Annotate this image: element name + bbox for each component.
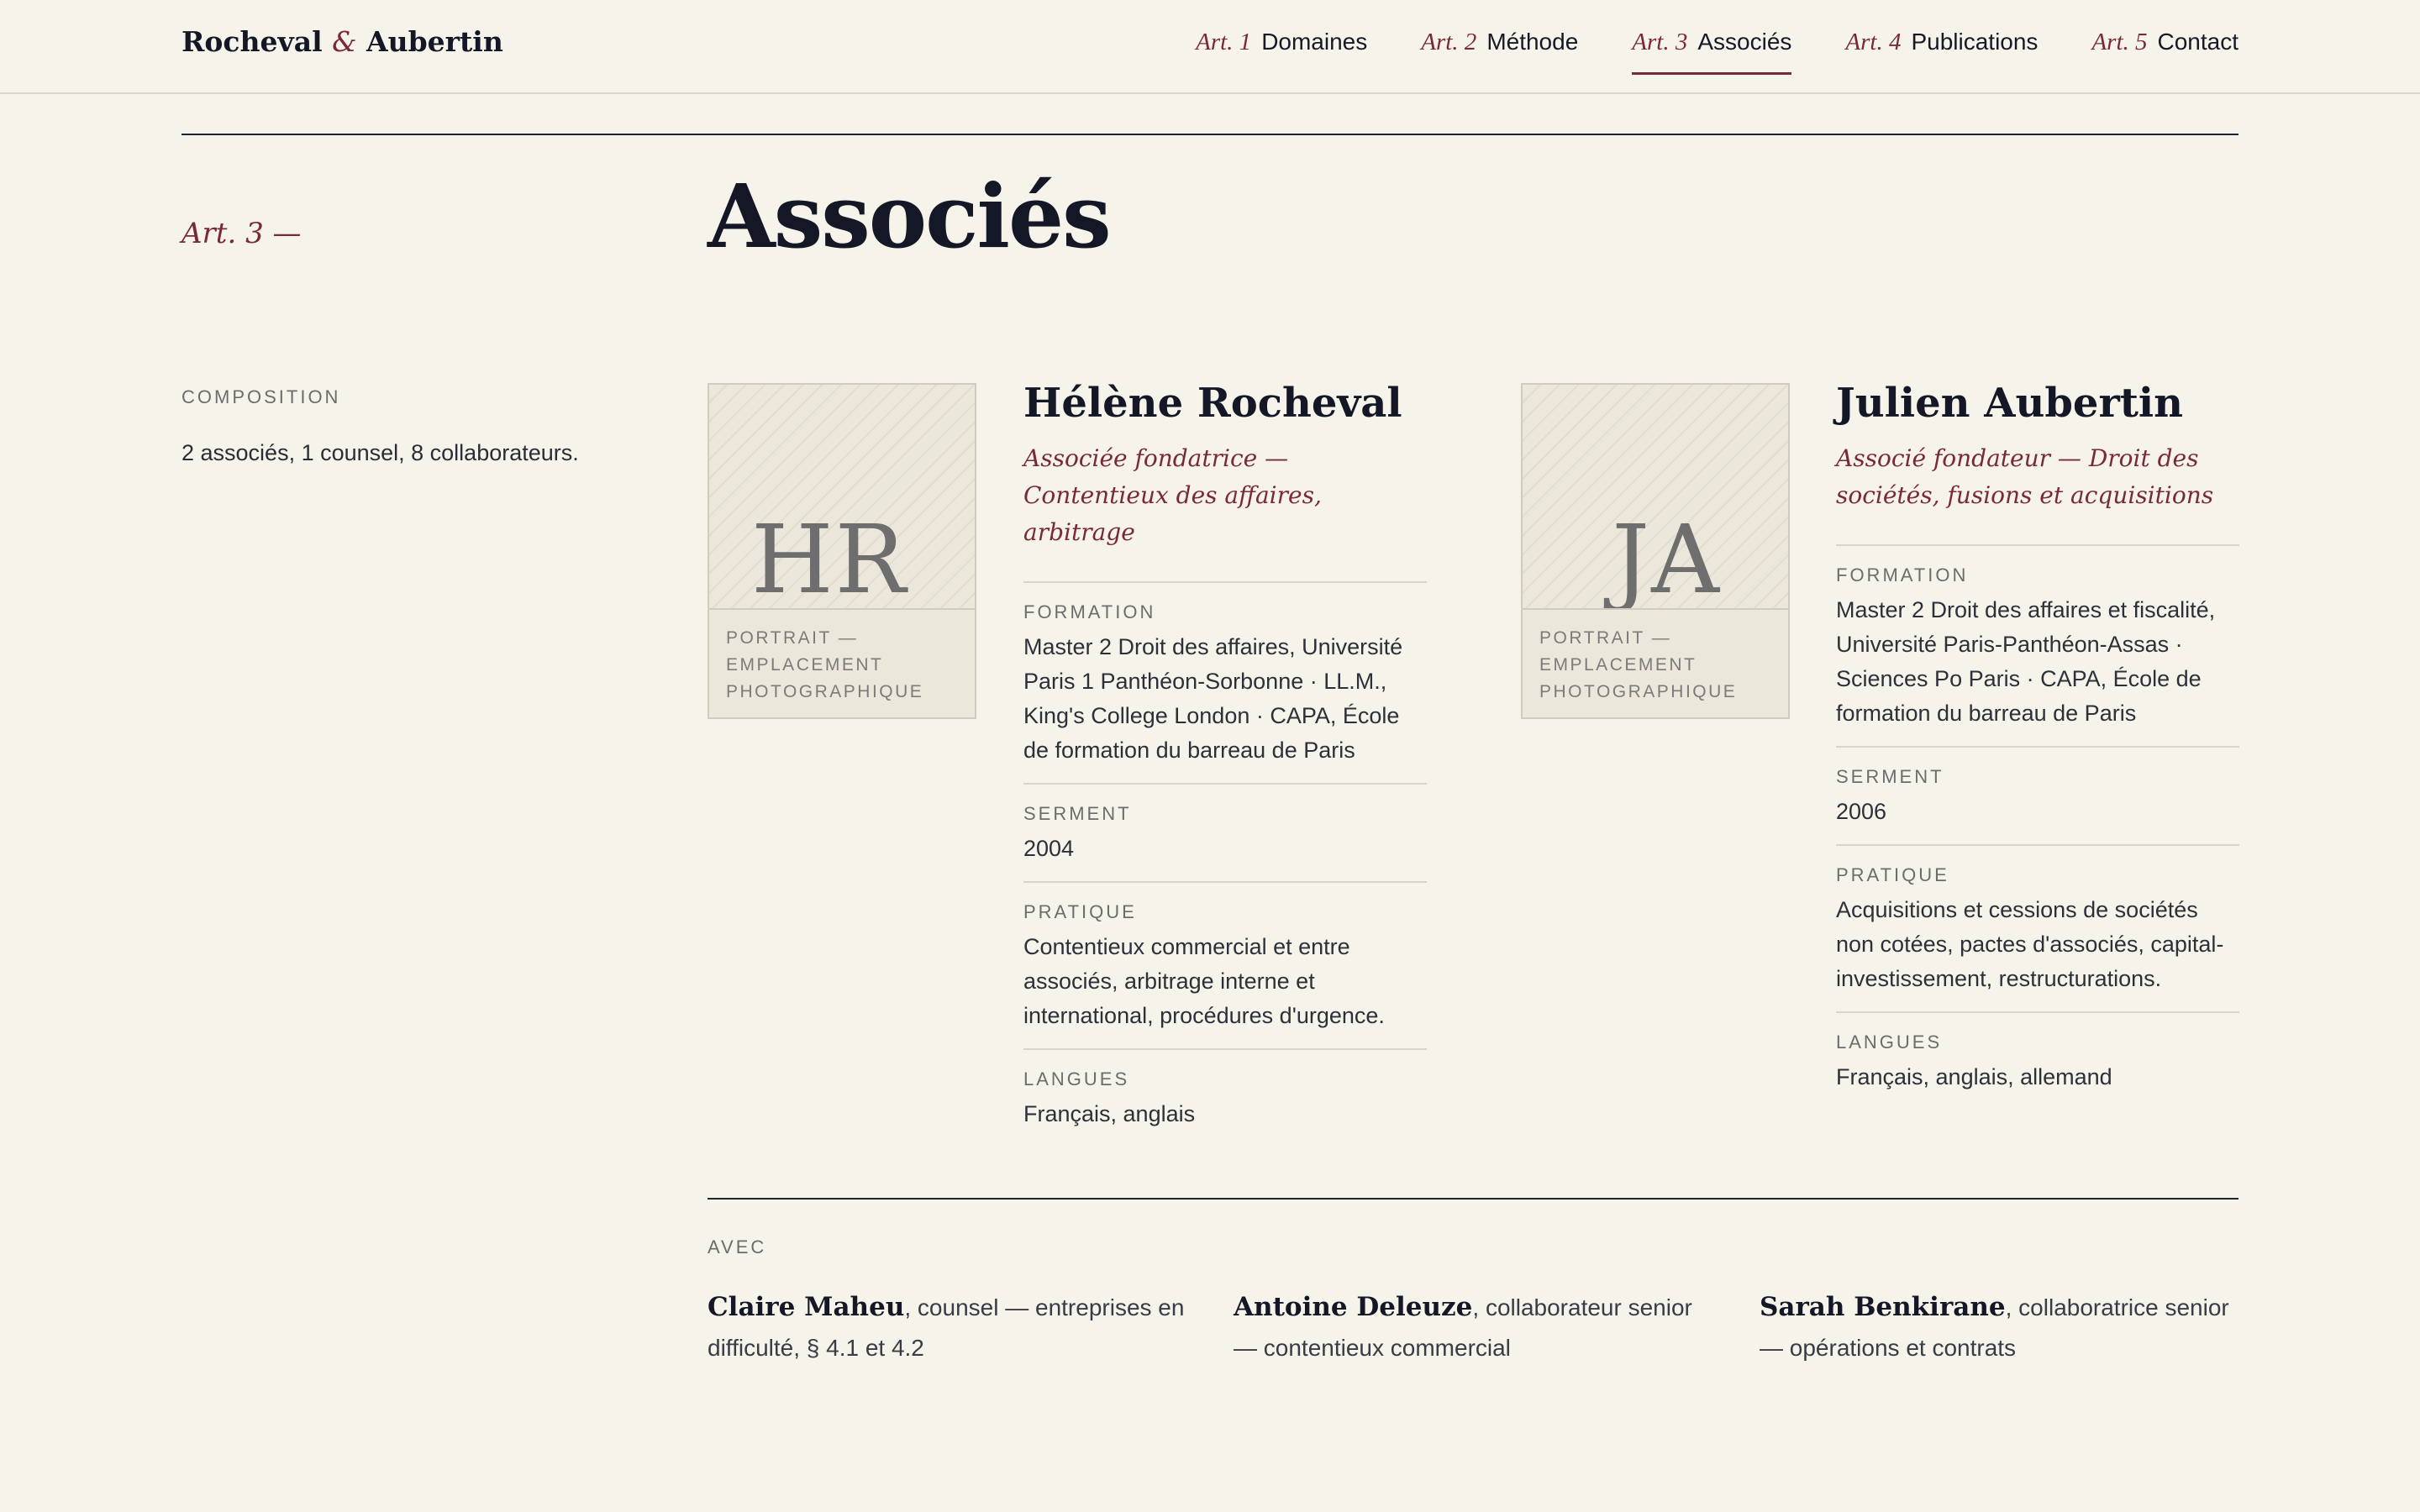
partner-name: Hélène Rocheval — [1023, 380, 1402, 427]
nav-item-label: Méthode — [1486, 29, 1579, 55]
portrait-placeholder: HR Portrait — emplacement photographique — [708, 383, 976, 719]
field-value: 2006 — [1836, 799, 1887, 824]
partner-field-formation: Formation Master 2 Droit des affaires et… — [1836, 546, 2239, 748]
field-label: Pratique — [1836, 864, 1949, 885]
site-header: Rocheval & Aubertin Art. 1 Domaines Art. … — [0, 0, 2420, 94]
avec-divider — [708, 1198, 2238, 1200]
composition-label: Composition — [182, 386, 341, 407]
field-label: Langues — [1023, 1068, 1130, 1089]
section-divider — [182, 134, 2238, 135]
composition-text: 2 associés, 1 counsel, 8 collaborateurs. — [182, 440, 579, 465]
nav-item-associes[interactable]: Art. 3 Associés — [1632, 29, 1792, 75]
partner-card: Hélène Rocheval Associée fondatrice — Co… — [1023, 380, 1427, 1147]
nav-item-domaines[interactable]: Art. 1 Domaines — [1196, 29, 1367, 75]
logo-name-right: Aubertin — [366, 25, 503, 58]
field-label: Serment — [1023, 803, 1132, 824]
avec-label: Avec — [708, 1236, 767, 1257]
nav-item-publications[interactable]: Art. 4 Publications — [1845, 29, 2038, 75]
team-member: Claire Maheu, counsel — entreprises en d… — [708, 1287, 1195, 1368]
nav-item-label: Associés — [1697, 29, 1792, 55]
field-label: Serment — [1836, 766, 1944, 787]
team-member-name: Sarah Benkirane — [1760, 1292, 2006, 1322]
partner-card: Julien Aubertin Associé fondateur — Droi… — [1836, 380, 2239, 1110]
nav-item-label: Contact — [2157, 29, 2239, 55]
nav-article-number: Art. 2 — [1421, 29, 1477, 55]
portrait-initials: JA — [1612, 506, 1721, 610]
field-label: Formation — [1023, 601, 1156, 622]
nav-article-number: Art. 4 — [1845, 29, 1902, 55]
portrait-caption: Portrait — emplacement photographique — [726, 628, 924, 701]
section-article-tag: Art. 3 — — [182, 217, 302, 250]
field-label: Pratique — [1023, 901, 1137, 922]
team-member-name: Claire Maheu — [708, 1292, 905, 1322]
nav-article-number: Art. 3 — [1632, 29, 1688, 55]
partner-field-pratique: Pratique Contentieux commercial et entre… — [1023, 883, 1427, 1050]
partner-field-langues: Langues Français, anglais, allemand — [1836, 1013, 2239, 1110]
field-value: Contentieux commercial et entre associés… — [1023, 934, 1385, 1028]
nav-item-label: Publications — [1911, 29, 2039, 55]
logo-name-left: Rocheval — [182, 25, 323, 58]
field-value: Français, anglais — [1023, 1101, 1196, 1126]
partner-field-pratique: Pratique Acquisitions et cessions de soc… — [1836, 846, 2239, 1013]
partner-field-langues: Langues Français, anglais — [1023, 1050, 1427, 1147]
nav-item-contact[interactable]: Art. 5 Contact — [2091, 29, 2238, 75]
field-value: Français, anglais, allemand — [1836, 1064, 2112, 1089]
nav-article-number: Art. 1 — [1196, 29, 1252, 55]
partner-field-serment: Serment 2006 — [1836, 748, 2239, 846]
portrait-image: HR — [709, 385, 975, 610]
team-member-name: Antoine Deleuze — [1234, 1292, 1473, 1322]
field-value: 2004 — [1023, 836, 1075, 861]
nav-item-methode[interactable]: Art. 2 Méthode — [1421, 29, 1578, 75]
partner-name: Julien Aubertin — [1836, 380, 2184, 427]
field-value: Acquisitions et cessions de sociétés non… — [1836, 897, 2224, 991]
page-title: Associés — [708, 165, 1112, 268]
team-member: Antoine Deleuze, collaborateur senior — … — [1234, 1287, 1721, 1368]
logo-ampersand: & — [332, 25, 357, 58]
field-value: Master 2 Droit des affaires, Université … — [1023, 634, 1403, 763]
team-member: Sarah Benkirane, collaboratrice senior —… — [1760, 1287, 2247, 1368]
site-logo[interactable]: Rocheval & Aubertin — [182, 25, 503, 58]
nav-article-number: Art. 5 — [2091, 29, 2148, 55]
partner-role: Associé fondateur — Droit des sociétés, … — [1836, 440, 2239, 546]
field-label: Formation — [1836, 564, 1969, 585]
partner-field-serment: Serment 2004 — [1023, 785, 1427, 883]
portrait-placeholder: JA Portrait — emplacement photographique — [1521, 383, 1790, 719]
nav-item-label: Domaines — [1261, 29, 1368, 55]
field-label: Langues — [1836, 1032, 1943, 1053]
main-nav: Art. 1 Domaines Art. 2 Méthode Art. 3 Assoc… — [1196, 29, 2238, 75]
portrait-image: JA — [1523, 385, 1788, 610]
field-value: Master 2 Droit des affaires et fiscalité… — [1836, 597, 2216, 726]
partner-role: Associée fondatrice — Contentieux des af… — [1023, 440, 1427, 583]
partner-field-formation: Formation Master 2 Droit des affaires, U… — [1023, 583, 1427, 785]
portrait-initials: HR — [751, 506, 908, 610]
portrait-caption: Portrait — emplacement photographique — [1539, 628, 1738, 701]
